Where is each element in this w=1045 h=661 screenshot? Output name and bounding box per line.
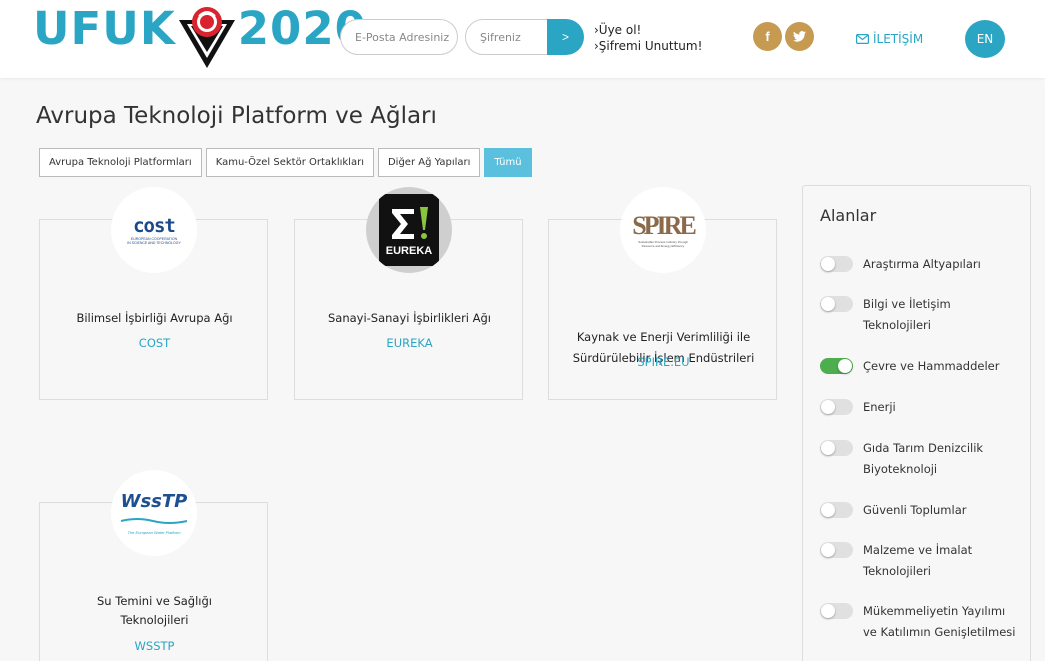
area-toggle-widening[interactable]: Mükemmeliyetin Yayılımı ve Katılımın Geni…: [820, 601, 1020, 643]
card-name: Kaynak ve Enerji Verimliliği ile: [576, 330, 751, 344]
areas-filter-panel: Alanlar Araştırma Altyapıları Bilgi ve İ…: [802, 185, 1031, 661]
toggle-switch[interactable]: [820, 399, 853, 415]
toggle-switch[interactable]: [820, 256, 853, 272]
toggle-label: Gıda Tarım Denizcilik Biyoteknoloji: [863, 441, 984, 476]
ufuk2020-logo[interactable]: UFUK 2020: [33, 6, 367, 70]
area-toggle-research-infrastructures[interactable]: Araştırma Altyapıları: [820, 254, 1020, 275]
eureka-logo: EUREKA: [366, 187, 452, 273]
toggle-switch[interactable]: [820, 603, 853, 619]
forgot-password-link[interactable]: ›Şifremi Unuttum!: [594, 38, 702, 54]
toggle-switch[interactable]: [820, 542, 853, 558]
toggle-label: Enerji: [863, 400, 896, 414]
card-name: Bilimsel İşbirliği Avrupa Ağı: [76, 311, 233, 325]
toggle-switch[interactable]: [820, 502, 853, 518]
area-toggle-food-agriculture[interactable]: Gıda Tarım Denizcilik Biyoteknoloji: [820, 438, 1020, 480]
tubitak-emblem-icon: [177, 6, 237, 70]
toggle-label: Araştırma Altyapıları: [863, 257, 981, 271]
toggle-label: Güvenli Toplumlar: [863, 503, 967, 517]
language-button[interactable]: EN: [965, 20, 1005, 58]
twitter-icon[interactable]: [785, 22, 814, 51]
card-name: Sanayi-Sanayi İşbirlikleri Ağı: [327, 311, 492, 325]
card-code[interactable]: COST: [40, 336, 269, 350]
site-header: UFUK 2020 E-Posta Adresiniz Şifreniz > ›…: [0, 0, 1045, 78]
login-button[interactable]: >: [547, 19, 584, 55]
toggle-switch[interactable]: [820, 358, 853, 374]
network-card-eureka[interactable]: EUREKA Sanayi-Sanayi İşbirlikleri Ağı EU…: [294, 187, 524, 400]
envelope-icon: [856, 34, 869, 44]
filter-other-networks[interactable]: Diğer Ağ Yapıları: [377, 148, 481, 177]
card-name: Teknolojileri: [120, 613, 189, 627]
spire-logo: SPIRE Sustainable Process Industry throu…: [620, 187, 706, 273]
logo-text-left: UFUK: [33, 2, 176, 55]
area-toggle-environment[interactable]: Çevre ve Hammaddeler: [820, 356, 1020, 377]
toggle-switch[interactable]: [820, 296, 853, 312]
sidebar-title: Alanlar: [820, 206, 877, 225]
network-card-wsstp[interactable]: WssTP The European Water Platform Su Tem…: [39, 470, 269, 661]
toggle-label: Mükemmeliyetin Yayılımı ve Katılımın Geni…: [863, 604, 1016, 639]
toggle-switch[interactable]: [820, 440, 853, 456]
area-toggle-secure-societies[interactable]: Güvenli Toplumlar: [820, 500, 1020, 521]
area-toggle-materials[interactable]: Malzeme ve İmalat Teknolojileri: [820, 540, 1020, 582]
toggle-label: Çevre ve Hammaddeler: [863, 359, 1000, 373]
card-name: Su Temini ve Sağlığı: [97, 594, 212, 608]
contact-link[interactable]: İLETİŞİM: [856, 32, 923, 46]
facebook-icon[interactable]: f: [753, 22, 782, 51]
toggle-label: Malzeme ve İmalat Teknolojileri: [863, 543, 973, 578]
account-links: ›Üye ol! ›Şifremi Unuttum!: [594, 22, 702, 54]
wsstp-logo: WssTP The European Water Platform: [111, 470, 197, 556]
filter-all[interactable]: Tümü: [484, 148, 532, 177]
area-toggle-ict[interactable]: Bilgi ve İletişim Teknolojileri: [820, 294, 1020, 336]
filter-tabs: Avrupa Teknoloji Platformları Kamu-Özel …: [39, 148, 532, 177]
page-title: Avrupa Teknoloji Platform ve Ağları: [36, 103, 437, 129]
card-code[interactable]: WSSTP: [40, 639, 269, 653]
contact-label: İLETİŞİM: [873, 32, 924, 46]
card-code[interactable]: EUREKA: [295, 336, 524, 350]
email-input[interactable]: E-Posta Adresiniz: [340, 19, 458, 55]
card-code[interactable]: SPIRE.EU: [549, 355, 778, 369]
network-card-cost[interactable]: cost EUROPEAN COOPERATION IN SCIENCE AND…: [39, 187, 269, 400]
toggle-label: Bilgi ve İletişim Teknolojileri: [863, 297, 951, 332]
network-card-spire[interactable]: SPIRE Sustainable Process Industry throu…: [548, 187, 778, 400]
filter-european-tech-platforms[interactable]: Avrupa Teknoloji Platformları: [39, 148, 202, 177]
cost-logo: cost EUROPEAN COOPERATION IN SCIENCE AND…: [111, 187, 197, 273]
register-link[interactable]: ›Üye ol!: [594, 22, 702, 38]
area-toggle-energy[interactable]: Enerji: [820, 397, 1020, 418]
filter-public-private-partnerships[interactable]: Kamu-Özel Sektör Ortaklıkları: [205, 148, 374, 177]
